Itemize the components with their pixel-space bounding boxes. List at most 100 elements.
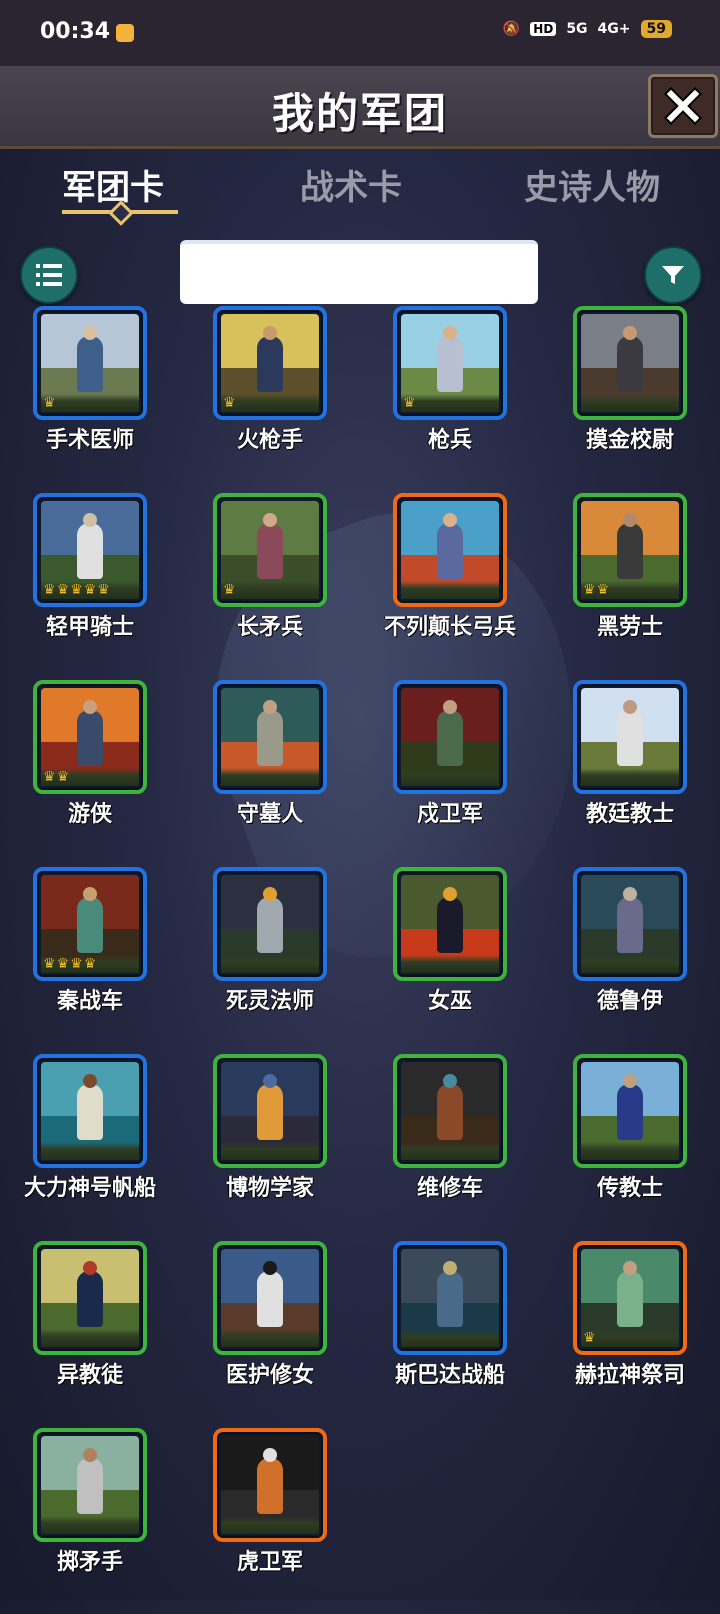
crown-rating: ♛ ♛ ♛ ♛ (43, 957, 96, 971)
crown-icon: ♛ (43, 582, 56, 598)
hd-icon: HD (530, 22, 557, 36)
unit-card[interactable]: 摸金校尉 (540, 306, 720, 492)
card-grass-border (401, 955, 499, 973)
crown-rating: ♛ ♛ ♛ ♛ ♛ (43, 583, 110, 597)
card-grass-border (401, 581, 499, 599)
unit-name: 女巫 (427, 989, 472, 1014)
unit-card[interactable]: 博物学家 (180, 1054, 360, 1240)
crown-icon: ♛ (583, 1330, 596, 1346)
unit-card[interactable]: 守墓人 (180, 680, 360, 866)
unit-card[interactable]: 死灵法师 (180, 867, 360, 1053)
unit-card[interactable]: 女巫 (360, 867, 540, 1053)
crown-icon: ♛ (56, 582, 70, 598)
unit-card[interactable]: 斯巴达战船 (360, 1241, 540, 1427)
unit-card[interactable]: 传教士 (540, 1054, 720, 1240)
unit-card[interactable]: 掷矛手 (0, 1428, 180, 1614)
crown-rating: ♛ (583, 1331, 596, 1345)
card-portrait-frame: ♛ ♛ ♛ ♛ (33, 867, 147, 981)
crown-rating: ♛ (43, 396, 56, 410)
unit-name: 戍卫军 (416, 802, 483, 827)
unit-card[interactable]: 戍卫军 (360, 680, 540, 866)
unit-card[interactable]: ♛ 手术医师 (0, 306, 180, 492)
card-grass-border (221, 1329, 319, 1347)
card-portrait-frame (213, 867, 327, 981)
card-portrait-frame (213, 680, 327, 794)
unit-name: 德鲁伊 (596, 989, 663, 1014)
crown-rating: ♛ (223, 396, 236, 410)
crown-icon: ♛ (223, 395, 236, 411)
card-portrait-frame (213, 1428, 327, 1542)
unit-card[interactable]: 医护修女 (180, 1241, 360, 1427)
card-portrait-frame: ♛ (213, 493, 327, 607)
unit-name: 维修车 (416, 1176, 483, 1201)
unit-name: 博物学家 (225, 1176, 314, 1201)
card-grass-border (581, 768, 679, 786)
card-portrait-frame (213, 1241, 327, 1355)
unit-card[interactable]: 不列颠长弓兵 (360, 493, 540, 679)
crown-icon: ♛ (43, 956, 56, 972)
search-input[interactable] (180, 240, 538, 304)
unit-card[interactable]: ♛ 火枪手 (180, 306, 360, 492)
card-grass-border (41, 1516, 139, 1534)
unit-card[interactable]: 虎卫军 (180, 1428, 360, 1614)
tab-tactic-cards[interactable]: 战术卡 (300, 160, 402, 209)
crown-icon: ♛ (223, 582, 236, 598)
crown-icon: ♛ (56, 956, 70, 972)
unit-card[interactable]: 大力神号帆船 (0, 1054, 180, 1240)
page-title: 我的军团 (271, 89, 448, 138)
card-portrait-frame (393, 493, 507, 607)
unit-name: 黑劳士 (596, 615, 663, 640)
card-portrait-frame: ♛ ♛ ♛ ♛ ♛ (33, 493, 147, 607)
unit-card[interactable]: ♛ ♛ 黑劳士 (540, 493, 720, 679)
crown-icon: ♛ (596, 582, 610, 598)
card-portrait-frame (573, 680, 687, 794)
unit-card[interactable]: ♛ ♛ ♛ ♛ 秦战车 (0, 867, 180, 1053)
unit-name: 斯巴达战船 (394, 1363, 505, 1388)
crown-icon: ♛ (43, 395, 56, 411)
card-portrait-frame: ♛ (213, 306, 327, 420)
unit-name: 赫拉神祭司 (574, 1363, 685, 1388)
crown-icon: ♛ (97, 582, 110, 598)
unit-name: 教廷教士 (585, 802, 674, 827)
unit-name: 游侠 (67, 802, 112, 827)
unit-name: 大力神号帆船 (23, 1176, 156, 1201)
crown-icon: ♛ (403, 395, 416, 411)
card-portrait-frame (393, 1054, 507, 1168)
card-portrait-frame: ♛ ♛ (33, 680, 147, 794)
unit-name: 秦战车 (56, 989, 123, 1014)
unit-card[interactable]: 德鲁伊 (540, 867, 720, 1053)
battery-indicator: 59 (640, 20, 672, 38)
unit-name: 火枪手 (236, 428, 303, 453)
card-portrait-frame (573, 867, 687, 981)
unit-card[interactable]: 异教徒 (0, 1241, 180, 1427)
close-icon (663, 86, 703, 126)
card-portrait-frame: ♛ (33, 306, 147, 420)
unit-card[interactable]: 教廷教士 (540, 680, 720, 866)
unit-name: 轻甲骑士 (45, 615, 134, 640)
filter-button[interactable] (644, 246, 702, 304)
list-icon (36, 264, 62, 286)
tab-legion-cards[interactable]: 军团卡 (62, 160, 164, 209)
unit-card[interactable]: ♛ 长矛兵 (180, 493, 360, 679)
unit-card[interactable]: ♛ 枪兵 (360, 306, 540, 492)
unit-card[interactable]: 维修车 (360, 1054, 540, 1240)
close-button[interactable] (648, 74, 718, 138)
tab-epic-characters[interactable]: 史诗人物 (524, 160, 660, 209)
card-grass-border (221, 1142, 319, 1160)
crown-icon: ♛ (56, 769, 70, 785)
card-grass-border (41, 1142, 139, 1160)
list-view-button[interactable] (20, 246, 78, 304)
card-portrait-frame (573, 306, 687, 420)
unit-name: 手术医师 (45, 428, 134, 453)
unit-card[interactable]: ♛ ♛ ♛ ♛ ♛ 轻甲骑士 (0, 493, 180, 679)
unit-card[interactable]: ♛ 赫拉神祭司 (540, 1241, 720, 1427)
unit-name: 枪兵 (427, 428, 472, 453)
card-portrait-frame (213, 1054, 327, 1168)
crown-icon: ♛ (83, 956, 97, 972)
card-portrait-frame: ♛ (393, 306, 507, 420)
card-portrait-frame: ♛ (573, 1241, 687, 1355)
crown-icon: ♛ (43, 769, 56, 785)
card-grass-border (581, 1142, 679, 1160)
unit-card[interactable]: ♛ ♛ 游侠 (0, 680, 180, 866)
unit-name: 异教徒 (56, 1363, 123, 1388)
